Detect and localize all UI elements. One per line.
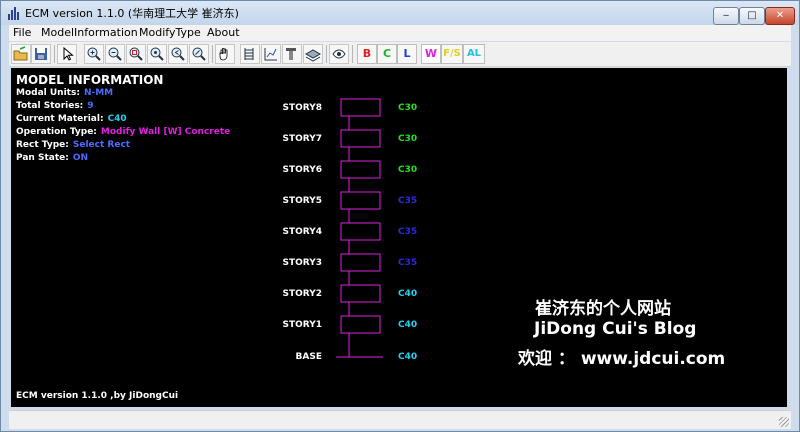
- blog-url: 欢迎 ： www.jdcui.com: [518, 349, 726, 369]
- filter-column-button[interactable]: C: [377, 44, 397, 64]
- zoom-window-icon[interactable]: [126, 44, 146, 64]
- story-material-2: C40: [398, 289, 418, 299]
- story-box-5[interactable]: [340, 191, 381, 210]
- resize-grip-icon[interactable]: [779, 417, 789, 427]
- story-material-3: C35: [398, 258, 418, 268]
- story-box-7[interactable]: [340, 129, 381, 148]
- menu-modelinformation[interactable]: ModelInformation: [41, 26, 138, 39]
- menu-file[interactable]: File: [13, 26, 31, 39]
- view-icon[interactable]: [329, 44, 349, 64]
- app-logo-icon: [7, 6, 21, 20]
- select-arrow-icon[interactable]: [57, 44, 77, 64]
- story-material-8: C30: [398, 103, 418, 113]
- filter-all-label: AL: [466, 48, 482, 59]
- story-material-base: C40: [398, 352, 418, 362]
- status-bar: [9, 410, 791, 429]
- pan-hand-icon[interactable]: [215, 44, 235, 64]
- layer-icon[interactable]: [303, 44, 323, 64]
- story-label-base: BASE: [295, 352, 322, 362]
- maximize-button[interactable]: □: [739, 7, 765, 25]
- story-label-7: STORY7: [282, 134, 323, 144]
- filter-floor-slab-label: F/S: [443, 48, 461, 59]
- story-label-4: STORY4: [282, 227, 323, 237]
- story-material-5: C35: [398, 196, 418, 206]
- save-icon[interactable]: [31, 44, 51, 64]
- story-box-1[interactable]: [340, 315, 381, 334]
- story-box-6[interactable]: [340, 160, 381, 179]
- story-label-6: STORY6: [282, 165, 323, 175]
- open-icon[interactable]: [11, 44, 31, 64]
- zoom-out-icon[interactable]: [105, 44, 125, 64]
- story-material-1: C40: [398, 320, 418, 330]
- menu-about[interactable]: About: [207, 26, 240, 39]
- filter-beam-label: B: [362, 47, 372, 60]
- filter-beam-button[interactable]: B: [357, 44, 377, 64]
- version-footer: ECM version 1.1.0 ,by JiDongCui: [16, 391, 179, 401]
- story-material-7: C30: [398, 134, 418, 144]
- story-box-4[interactable]: [340, 222, 381, 241]
- zoom-all-icon[interactable]: [147, 44, 167, 64]
- story-label-8: STORY8: [282, 103, 323, 113]
- minimize-button[interactable]: ‒: [713, 7, 739, 25]
- app-window: ECM version 1.1.0 (华南理工大学 崔济东) ‒ □ ✕ Fil…: [0, 0, 800, 432]
- filter-wall-button[interactable]: W: [421, 44, 441, 64]
- model-canvas[interactable]: MODEL INFORMATION Modal Units: N-MM Total…: [11, 68, 787, 407]
- blog-title-cn: 崔济东的个人网站: [535, 299, 671, 319]
- story-label-3: STORY3: [282, 258, 323, 268]
- story-label-5: STORY5: [282, 196, 323, 206]
- toolbar-separator: [54, 45, 55, 63]
- zoom-extent-icon[interactable]: [189, 44, 209, 64]
- filter-floor-slab-button[interactable]: F/S: [441, 44, 463, 64]
- story-material-4: C35: [398, 227, 418, 237]
- title-bar[interactable]: ECM version 1.1.0 (华南理工大学 崔济东) ‒ □ ✕: [1, 1, 799, 25]
- filter-wall-label: W: [424, 47, 438, 60]
- story-box-2[interactable]: [340, 284, 381, 303]
- toolbar-separator: [352, 45, 353, 63]
- story-box-3[interactable]: [340, 253, 381, 272]
- blog-title-en: JiDong Cui's Blog: [534, 319, 697, 339]
- story-label-1: STORY1: [282, 320, 323, 330]
- toolbar-separator: [212, 45, 213, 63]
- menu-modifytype[interactable]: ModifyType: [139, 26, 201, 39]
- close-button[interactable]: ✕: [765, 7, 795, 25]
- story-material-6: C30: [398, 165, 418, 175]
- window-title: ECM version 1.1.0 (华南理工大学 崔济东): [25, 7, 239, 20]
- menu-bar: File ModelInformation ModifyType About: [9, 25, 791, 41]
- filter-column-label: C: [382, 47, 392, 60]
- filter-link-label: L: [403, 47, 411, 60]
- chart-icon[interactable]: [261, 44, 281, 64]
- toolbar-separator: [326, 45, 327, 63]
- story-box-8[interactable]: [340, 98, 381, 117]
- filter-link-button[interactable]: L: [397, 44, 417, 64]
- column-icon[interactable]: [282, 44, 302, 64]
- zoom-previous-icon[interactable]: [168, 44, 188, 64]
- story-table-icon[interactable]: [240, 44, 260, 64]
- toolbar: B C L W F/S AL: [9, 42, 791, 67]
- story-label-2: STORY2: [282, 289, 323, 299]
- zoom-in-icon[interactable]: [84, 44, 104, 64]
- filter-all-button[interactable]: AL: [463, 44, 485, 64]
